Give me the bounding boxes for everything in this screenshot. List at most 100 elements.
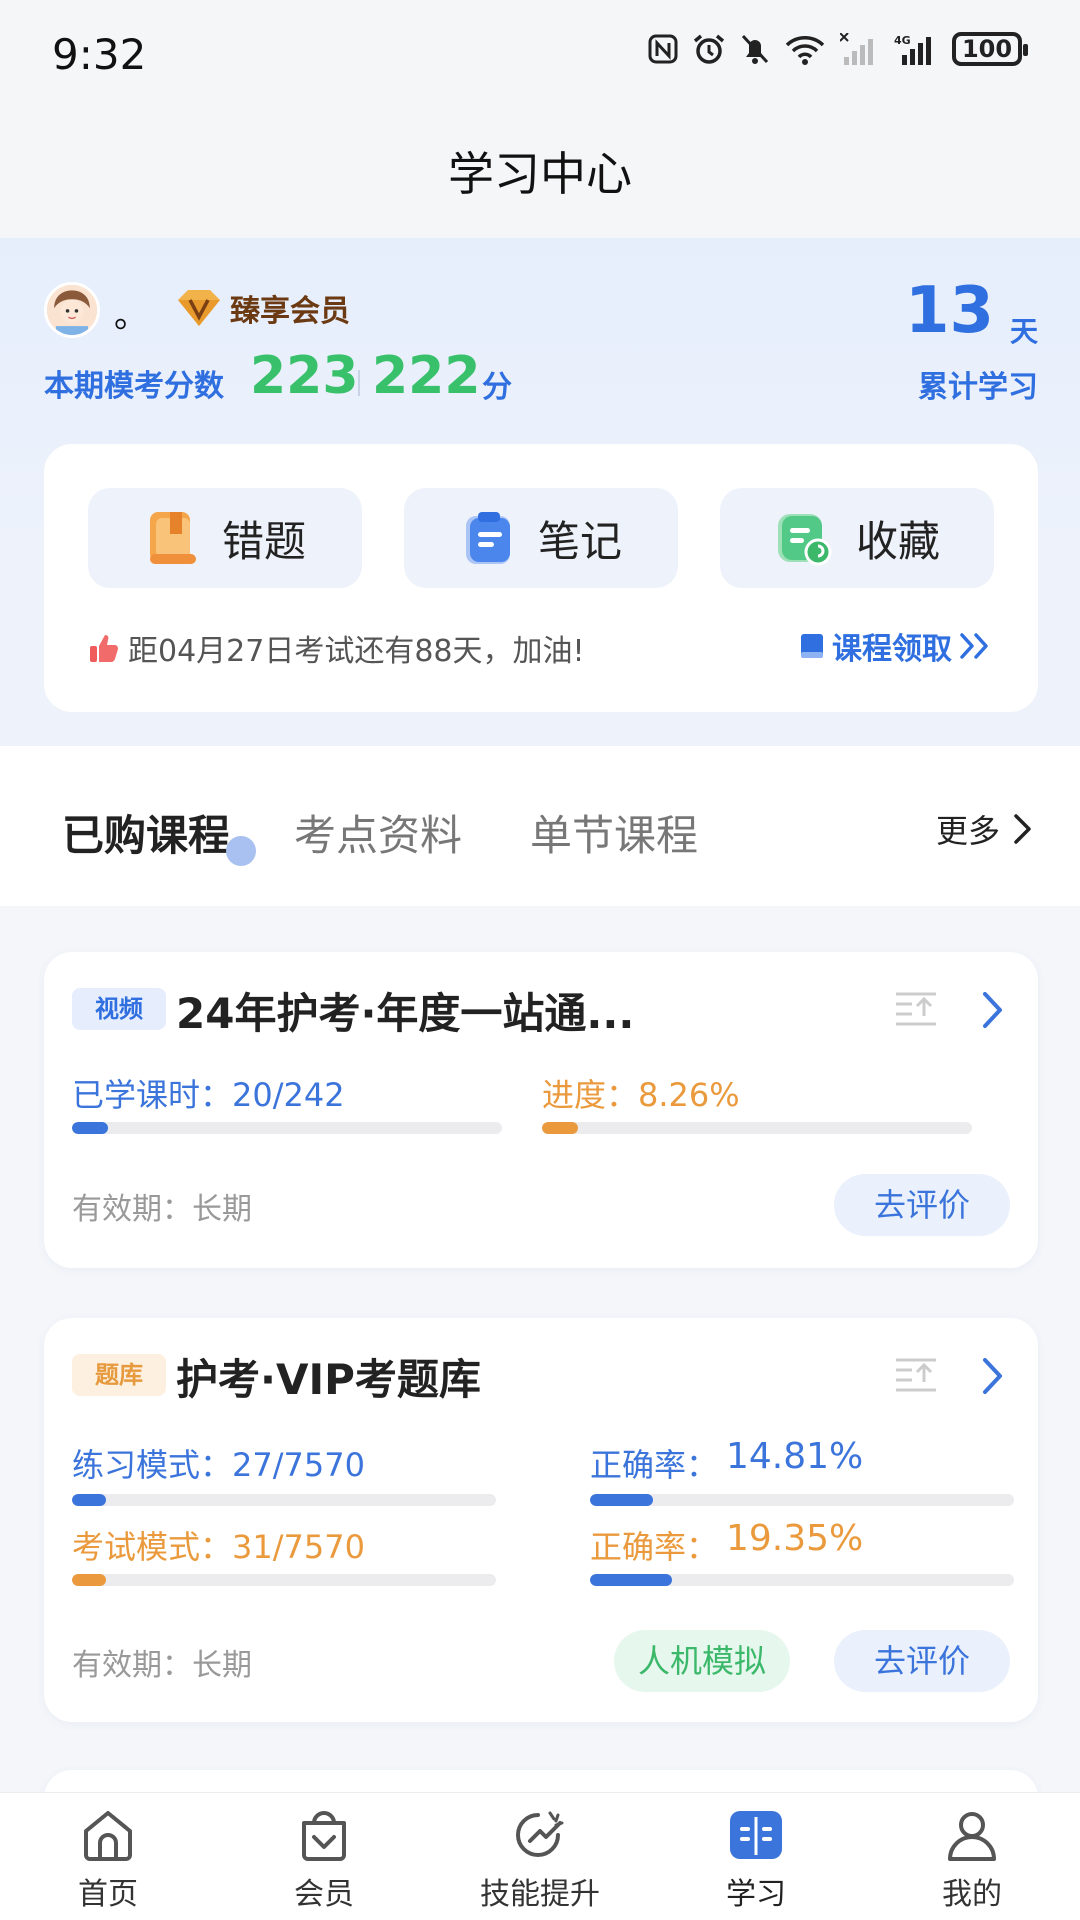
score-divider — [358, 370, 360, 396]
chevron-right-icon[interactable] — [980, 1356, 1006, 1396]
favorites-button[interactable]: 收藏 — [720, 488, 994, 588]
profile-icon — [948, 1812, 996, 1861]
more-label: 更多 — [935, 812, 1000, 850]
practice-accuracy-fill — [590, 1494, 653, 1506]
course-type-tag: 视频 — [72, 988, 166, 1030]
review-button[interactable]: 去评价 — [834, 1630, 1010, 1692]
nav-label: 会员 — [294, 1877, 354, 1912]
notes-icon — [465, 512, 510, 564]
course-tabs: 已购课程 考点资料 单节课程 更多 — [0, 746, 1080, 906]
alarm-icon — [693, 34, 725, 64]
double-chevron-right-icon — [960, 633, 988, 659]
nav-study[interactable]: 学习 — [676, 1805, 836, 1913]
home-icon — [84, 1811, 132, 1861]
practice-accuracy-label: 正确率： — [590, 1446, 719, 1484]
course-progress-fill — [542, 1122, 578, 1134]
course-card-video[interactable]: 视频 24年护考·年度一站通... 已学课时：20/242 进度：8.26% 有… — [44, 952, 1038, 1268]
score-unit: 分 — [482, 370, 512, 405]
course-progress: 进度：8.26% — [542, 1076, 740, 1114]
active-tab-indicator — [226, 836, 256, 866]
practice-mode-count: 练习模式：27/7570 — [72, 1446, 365, 1484]
score-value-1: 223 — [250, 346, 359, 406]
study-days-value: 13 — [904, 274, 994, 348]
countdown-text: 距04月27日考试还有88天，加油! — [128, 634, 585, 669]
pin-top-icon[interactable] — [894, 990, 938, 1030]
vip-badge[interactable]: 臻享会员 — [176, 286, 350, 330]
avatar-image — [47, 285, 97, 335]
course-claim-label: 课程领取 — [832, 632, 952, 667]
svg-text:4G: 4G — [894, 34, 911, 47]
nav-label: 首页 — [78, 1877, 138, 1912]
bottom-navigation: 首页 会员 技能提升 学习 我的 — [0, 1792, 1080, 1920]
status-time: 9:32 — [52, 30, 147, 79]
tab-exam-materials[interactable]: 考点资料 — [294, 802, 462, 863]
favorites-label: 收藏 — [855, 516, 940, 566]
signal-4g-icon: 4G — [894, 34, 931, 65]
pin-top-icon[interactable] — [894, 1356, 938, 1396]
practice-progress-bar — [72, 1494, 496, 1506]
exam-accuracy-bar — [590, 1574, 1014, 1586]
status-icons: 4G 100 — [648, 32, 1028, 66]
review-button[interactable]: 去评价 — [834, 1174, 1010, 1236]
simulation-button[interactable]: 人机模拟 — [614, 1630, 790, 1692]
avatar[interactable] — [44, 282, 100, 338]
score-label: 本期模考分数 — [44, 369, 224, 404]
nfc-icon — [648, 34, 678, 64]
favorites-icon — [777, 514, 832, 566]
exam-accuracy-value: 19.35% — [726, 1518, 864, 1559]
notes-button[interactable]: 笔记 — [404, 488, 678, 588]
nav-skill[interactable]: 技能提升 — [460, 1805, 620, 1913]
course-claim-link[interactable]: 课程领取 — [798, 624, 994, 668]
quick-actions-card: 错题 笔记 收藏 距04月27日考试还有88天，加油! 课程领取 — [44, 444, 1038, 712]
validity-period: 有效期：长期 — [72, 1192, 252, 1227]
membership-icon — [302, 1811, 346, 1861]
nav-label: 技能提升 — [480, 1877, 600, 1912]
practice-accuracy-value: 14.81% — [726, 1436, 864, 1477]
course-title: 护考·VIP考题库 — [176, 1355, 481, 1404]
practice-progress-fill — [72, 1494, 106, 1506]
wifi-icon — [785, 36, 825, 65]
skill-icon — [516, 1811, 564, 1857]
nav-label: 学习 — [726, 1877, 786, 1912]
exam-progress-fill — [72, 1574, 106, 1586]
studied-progress-fill — [72, 1122, 108, 1134]
wrong-questions-icon — [149, 512, 196, 564]
nav-profile[interactable]: 我的 — [892, 1805, 1052, 1913]
study-days-label: 累计学习 — [918, 370, 1038, 405]
exam-countdown: 距04月27日考试还有88天，加油! — [88, 626, 585, 670]
tab-single-lessons[interactable]: 单节课程 — [530, 802, 698, 863]
practice-accuracy-bar — [590, 1494, 1014, 1506]
chevron-right-icon[interactable] — [980, 990, 1006, 1030]
status-bar: 9:32 4G 100 — [0, 0, 1080, 108]
vip-diamond-icon — [178, 290, 220, 326]
page-title: 学习中心 — [448, 147, 632, 201]
score-value-2: 222 — [372, 346, 481, 406]
notes-label: 笔记 — [537, 516, 622, 566]
study-icon — [730, 1811, 782, 1859]
wrong-questions-button[interactable]: 错题 — [88, 488, 362, 588]
exam-accuracy-label: 正确率： — [590, 1528, 719, 1566]
more-link[interactable]: 更多 — [936, 806, 1034, 852]
course-card-question-bank[interactable]: 题库 护考·VIP考题库 练习模式：27/7570 正确率： 14.81% 考试… — [44, 1318, 1038, 1722]
mute-icon — [741, 34, 769, 64]
validity-period: 有效期：长期 — [72, 1648, 252, 1683]
nav-home[interactable]: 首页 — [28, 1805, 188, 1913]
book-icon — [801, 634, 823, 658]
course-progress-bar — [542, 1122, 972, 1134]
wrong-questions-label: 错题 — [221, 516, 306, 566]
battery-icon: 100 — [952, 32, 1028, 66]
study-days-unit: 天 — [1009, 315, 1038, 348]
studied-progress-bar — [72, 1122, 502, 1134]
exam-mode-count: 考试模式：31/7570 — [72, 1528, 365, 1566]
signal-1-icon — [840, 33, 873, 65]
thumbs-up-icon — [90, 635, 118, 662]
course-title: 24年护考·年度一站通... — [176, 989, 635, 1038]
exam-progress-bar — [72, 1574, 496, 1586]
title-bar: 学习中心 — [0, 108, 1080, 238]
studied-lessons: 已学课时：20/242 — [72, 1076, 345, 1114]
vip-label: 臻享会员 — [230, 294, 350, 329]
nav-membership[interactable]: 会员 — [244, 1805, 404, 1913]
chevron-right-icon — [1014, 814, 1031, 844]
user-name: 。 — [114, 296, 148, 336]
tab-purchased-courses[interactable]: 已购课程 — [62, 802, 230, 863]
